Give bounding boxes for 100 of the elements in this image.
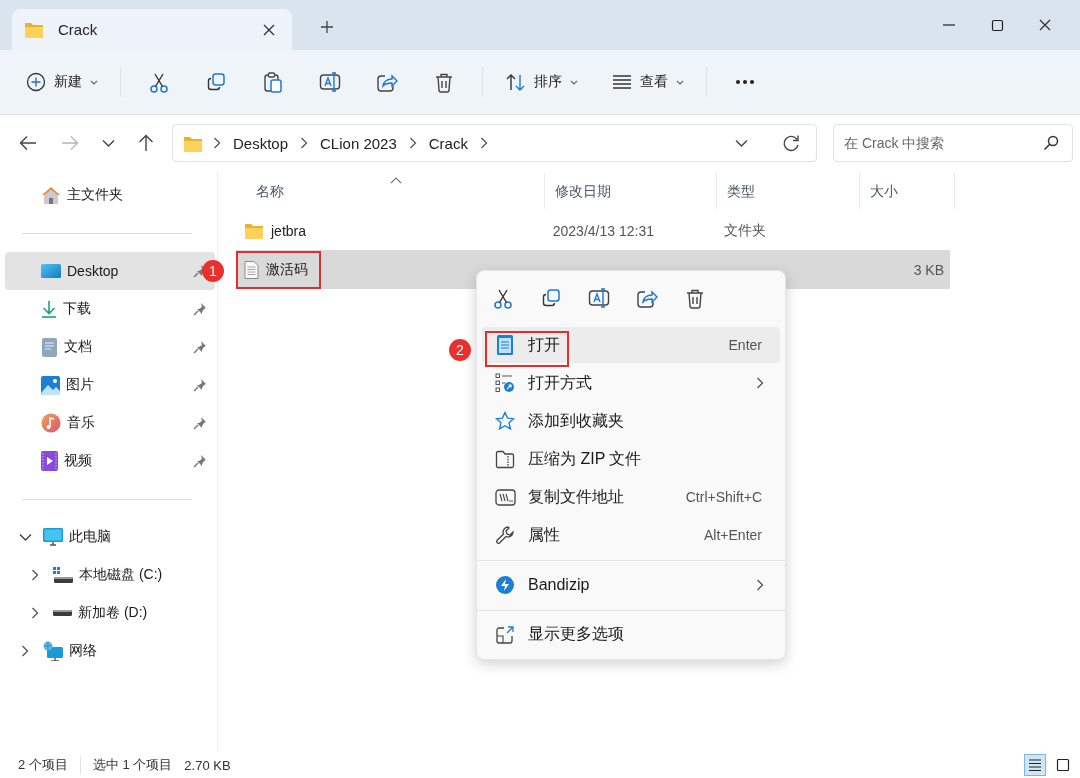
image-icon — [41, 375, 60, 395]
wrench-icon — [495, 525, 515, 546]
shortcut-text: Enter — [728, 337, 762, 354]
video-icon — [41, 451, 58, 471]
menu-item[interactable]: 复制文件地址 Ctrl+Shift+C — [482, 479, 780, 516]
close-tab-icon[interactable] — [262, 22, 276, 37]
tree-item[interactable]: 网络 — [5, 632, 217, 670]
menu-item[interactable]: 属性 Alt+Enter — [482, 517, 780, 554]
computer-icon — [43, 528, 63, 546]
add-icon — [26, 72, 46, 92]
star-icon — [495, 411, 515, 432]
sidebar-label: 下载 — [63, 300, 92, 318]
list-view-icon — [612, 73, 632, 91]
menu-item[interactable]: 压缩为 ZIP 文件 — [482, 441, 780, 478]
breadcrumb[interactable]: Desktop — [231, 134, 291, 152]
address-dropdown-icon[interactable] — [735, 139, 748, 147]
table-cell-text: 文件夹 — [722, 221, 767, 240]
sidebar-item[interactable]: 视频 — [5, 442, 215, 480]
back-arrow-icon[interactable] — [19, 134, 37, 152]
more-icon[interactable] — [735, 79, 755, 85]
sidebar-label: 视频 — [64, 452, 93, 470]
address-bar[interactable]: Desktop CLion 2023 Crack — [172, 124, 817, 162]
drive-icon — [53, 567, 73, 583]
sidebar-item[interactable]: 图片 — [5, 366, 215, 404]
sidebar-item[interactable]: 文档 — [5, 328, 215, 366]
trash-icon[interactable] — [434, 71, 454, 93]
sort-up-icon — [390, 177, 402, 184]
menu-item[interactable]: Bandizip — [482, 567, 780, 604]
new-tab-icon[interactable] — [320, 20, 334, 34]
expand-chevron-icon[interactable] — [21, 645, 29, 657]
maximize-icon[interactable] — [990, 18, 1004, 32]
menu-item[interactable]: 打开方式 — [482, 365, 780, 402]
breadcrumb-separator-icon — [408, 137, 417, 149]
copy-icon[interactable] — [541, 288, 561, 309]
sort-button[interactable]: 排序 — [497, 62, 586, 102]
sidebar-label: 主文件夹 — [67, 186, 124, 204]
close-icon[interactable] — [1038, 18, 1052, 32]
cut-icon[interactable] — [493, 287, 513, 309]
step-badge: 2 — [449, 339, 471, 361]
view-button[interactable]: 查看 — [604, 62, 692, 102]
menu-label: 显示更多选项 — [528, 624, 625, 645]
step-badge: 1 — [202, 260, 224, 282]
breadcrumb-separator-icon — [213, 137, 221, 149]
zip-folder-icon — [495, 449, 515, 469]
breadcrumb[interactable]: Crack — [426, 134, 470, 152]
file-row[interactable]: jetbra 2023/4/13 12:31 文件夹 — [236, 211, 950, 250]
table-cell-text: 2023/4/13 12:31 — [551, 222, 655, 239]
rename-icon[interactable] — [319, 71, 341, 93]
menu-item[interactable]: 显示更多选项 — [482, 617, 780, 653]
column-header[interactable]: 修改日期 — [545, 173, 717, 209]
desktop-icon — [41, 263, 61, 279]
status-text: 2 个项目 — [18, 756, 81, 774]
menu-item[interactable]: 添加到收藏夹 — [482, 403, 780, 440]
column-header[interactable]: 名称 — [236, 173, 545, 209]
menu-label: 复制文件地址 — [528, 486, 625, 507]
sidebar-item[interactable]: 音乐 — [5, 404, 215, 442]
menu-label: 打开 — [528, 334, 561, 355]
folder-icon — [244, 222, 264, 239]
expand-chevron-icon[interactable] — [31, 569, 39, 581]
expand-chevron-icon[interactable] — [31, 607, 39, 619]
sidebar-label: 文档 — [64, 338, 93, 356]
tree-item[interactable]: 此电脑 — [5, 518, 217, 556]
sidebar-label: 图片 — [66, 376, 95, 394]
copy-path-icon — [494, 487, 516, 507]
breadcrumb-separator-icon — [300, 137, 309, 149]
sidebar-label: Desktop — [67, 263, 120, 279]
shortcut-text: Alt+Enter — [704, 527, 762, 544]
trash-icon[interactable] — [685, 287, 705, 309]
tree-item[interactable]: 新加卷 (D:) — [5, 594, 217, 632]
folder-icon — [24, 21, 44, 38]
refresh-icon[interactable] — [782, 134, 800, 152]
column-header[interactable]: 大小 — [860, 173, 955, 209]
share-more-icon — [495, 625, 515, 645]
copy-icon[interactable] — [206, 72, 226, 92]
caret-icon — [676, 79, 684, 85]
sidebar-label: 此电脑 — [69, 528, 111, 546]
column-header[interactable]: 类型 — [717, 173, 860, 209]
breadcrumb-separator-icon — [479, 137, 488, 149]
rename-icon[interactable] — [588, 287, 610, 310]
new-button[interactable]: 新建 — [18, 62, 106, 102]
sidebar-label: 新加卷 (D:) — [78, 604, 148, 622]
breadcrumb[interactable]: CLion 2023 — [318, 134, 399, 152]
table-cell-text: 3 KB — [912, 261, 945, 278]
paste-icon[interactable] — [263, 71, 283, 93]
menu-label: 打开方式 — [528, 372, 593, 393]
shortcut-text: Ctrl+Shift+C — [685, 489, 762, 506]
cut-icon[interactable] — [149, 71, 169, 93]
sidebar-item[interactable]: 主文件夹 — [5, 176, 215, 214]
search-field[interactable]: 在 Crack 中搜索 — [833, 124, 1073, 162]
status-text: 选中 1 个项目 — [92, 756, 174, 774]
sidebar-item[interactable]: 下载 — [5, 290, 215, 328]
menu-item[interactable]: 打开 Enter — [482, 327, 780, 364]
network-icon — [43, 641, 63, 661]
expand-chevron-icon[interactable] — [18, 533, 32, 541]
tree-item[interactable]: 本地磁盘 (C:) — [5, 556, 217, 594]
document-icon — [41, 337, 58, 357]
tab[interactable]: Crack — [12, 9, 292, 50]
menu-label: 添加到收藏夹 — [528, 410, 625, 431]
up-arrow-icon[interactable] — [137, 134, 155, 152]
recent-locations-icon[interactable] — [101, 139, 115, 147]
